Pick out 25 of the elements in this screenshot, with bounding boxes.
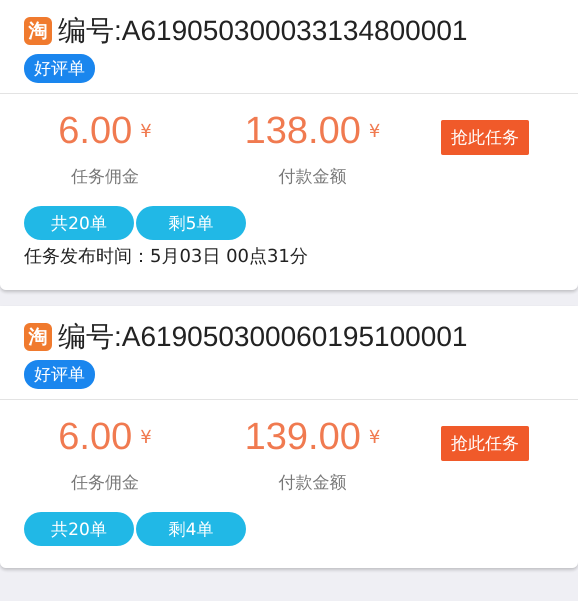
payment-label: 付款金额 [278,472,346,494]
logo-icon: 淘 [24,17,52,45]
order-count-chip: 剩4单 [136,512,246,546]
order-count-chip: 剩5单 [136,206,246,240]
grab-task-button[interactable]: 抢此任务 [441,426,529,461]
publish-time: 任务发布时间：5月03日 00点31分 [24,245,309,268]
grab-task-button[interactable]: 抢此任务 [441,120,529,155]
payment-label: 付款金额 [278,166,346,188]
order-count-chip: 共20单 [24,206,134,240]
currency-sign: ¥ [140,121,152,142]
payment-amount: 138.00 [244,110,361,153]
currency-sign: ¥ [140,427,152,448]
commission-amount: 6.00 [58,416,132,459]
commission-label: 任务佣金 [71,166,139,188]
payment-amount: 139.00 [244,416,361,459]
review-tag: 好评单 [24,360,95,389]
review-tag: 好评单 [24,54,95,83]
task-number: 编号:A619050300060195100001 [58,320,468,354]
currency-sign: ¥ [368,121,380,142]
currency-sign: ¥ [368,427,380,448]
task-number: 编号:A619050300033134800001 [58,14,468,48]
commission-amount: 6.00 [58,110,132,153]
commission-label: 任务佣金 [71,472,139,494]
logo-icon: 淘 [24,323,52,351]
order-count-chip: 共20单 [24,512,134,546]
